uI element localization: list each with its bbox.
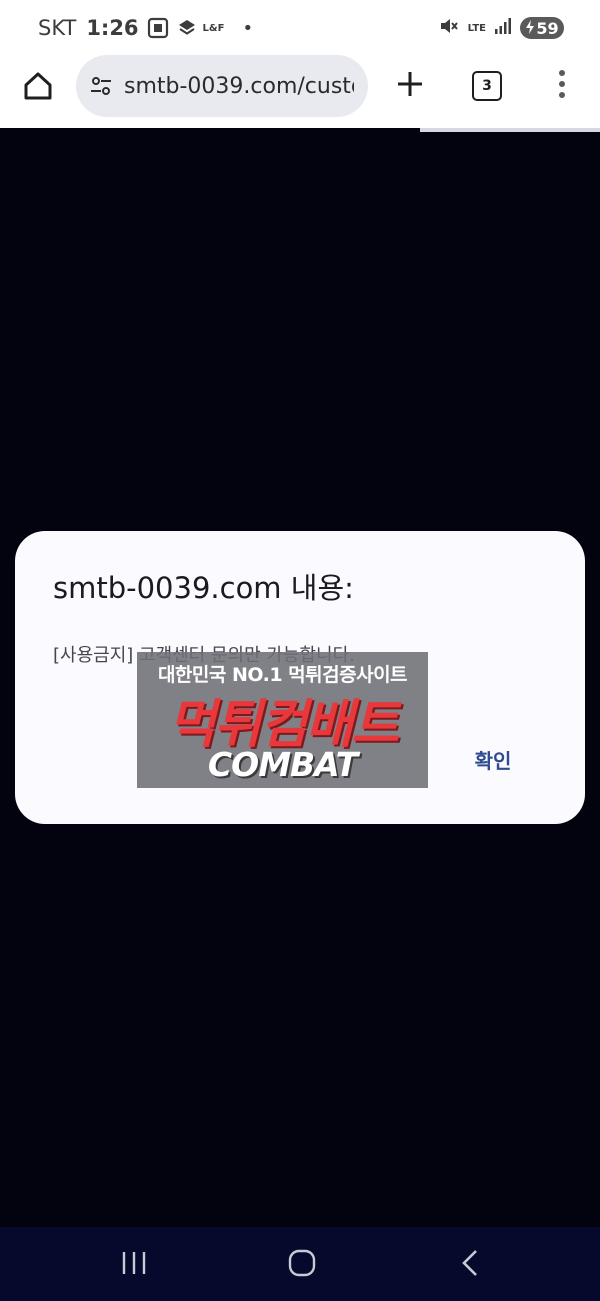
new-tab-button[interactable] [392, 68, 428, 104]
battery-indicator: 59 [520, 17, 564, 39]
page-load-progress [420, 128, 600, 132]
more-vertical-icon [558, 69, 566, 103]
dialog-title: smtb-0039.com 내용: [53, 571, 354, 605]
watermark-brand: COMBAT [207, 745, 358, 784]
home-button[interactable] [18, 68, 58, 108]
address-bar[interactable]: smtb-0039.com/customer [76, 55, 368, 117]
status-left: SKT 1:26 L&F • [38, 14, 253, 42]
mute-icon [438, 15, 460, 41]
lf-label: L&F [202, 22, 225, 34]
overflow-menu-button[interactable] [552, 68, 572, 104]
ok-button[interactable]: 확인 [463, 745, 523, 777]
plus-icon [395, 69, 425, 103]
battery-level: 59 [536, 18, 559, 38]
screenshot-icon [147, 17, 169, 39]
recent-apps-icon [120, 1250, 148, 1280]
back-button[interactable] [450, 1247, 490, 1283]
signal-icon [494, 17, 512, 39]
layers-icon [177, 18, 197, 38]
home-nav-button[interactable] [282, 1247, 322, 1283]
network-label: LTE [467, 22, 486, 34]
status-right: LTE 59 [438, 14, 564, 42]
charging-icon [525, 19, 535, 38]
url-text[interactable]: smtb-0039.com/customer [124, 74, 354, 99]
site-settings-icon[interactable] [88, 73, 114, 99]
recent-apps-button[interactable] [114, 1247, 154, 1283]
home-icon [21, 69, 55, 107]
back-chevron-icon [459, 1248, 481, 1282]
home-circle-icon [287, 1248, 317, 1282]
watermark-logo: 대한민국 NO.1 먹튀검증사이트 먹튀컴배트 COMBAT [137, 652, 428, 788]
phone-screen: SKT 1:26 L&F • LTE 59 smtb-0039.com/cust… [0, 0, 600, 1301]
clock: 1:26 [86, 16, 139, 40]
navigation-bar [0, 1227, 600, 1301]
notification-dot: • [242, 17, 254, 39]
browser-toolbar: smtb-0039.com/customer 3 [0, 54, 600, 128]
tab-switcher-button[interactable]: 3 [472, 71, 502, 101]
carrier-label: SKT [38, 16, 77, 40]
status-bar: SKT 1:26 L&F • LTE 59 [0, 0, 600, 54]
